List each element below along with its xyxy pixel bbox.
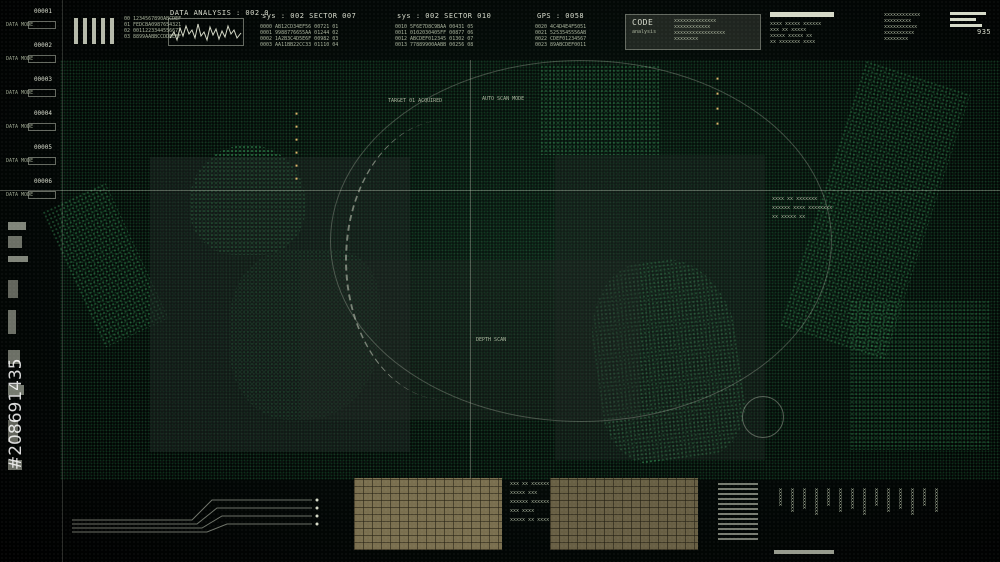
count-value: 935 — [977, 28, 992, 36]
map-panel-2[interactable] — [550, 478, 698, 550]
level-bar — [8, 236, 22, 248]
item-number: 00006 — [33, 178, 52, 185]
code-subtitle: analysis — [632, 29, 657, 35]
item-box — [28, 21, 56, 29]
item-number: 00003 — [33, 76, 52, 83]
code-title: CODE — [632, 18, 654, 27]
point-cloud-bottom-right — [850, 300, 990, 450]
code-lines: xxxxxxxxxxxxxx xxxxxxxxxxxx xxxxxxxxxxxxxx… — [674, 18, 726, 42]
data-mode-item-1[interactable]: 00001 DATA MODE — [4, 8, 56, 38]
waveform-graph — [168, 18, 244, 46]
gps-label: GPS : 0058 — [537, 12, 585, 20]
top-right-codes: xxxxxxxxxxxx xxxxxxxxx xxxxxxxxxxx xxxxxxxx… — [884, 12, 921, 42]
right-data-lines: xxxx xx xxxxxxx xxxxxx xxxx xxxxxxxx xx xx… — [772, 196, 833, 220]
level-bar — [950, 18, 976, 21]
item-box — [28, 191, 56, 199]
crosshair-label: DEPTH SCAN — [476, 337, 507, 343]
item-number: 00004 — [33, 110, 52, 117]
top-bar: 00 1234567890ABCDEF 01 FEDCBA0987654321 02… — [62, 0, 1000, 60]
level-bar — [8, 256, 28, 262]
status-lines: xxxx xxxxx xxxxxx xxx xx xxxxx xxxxx xxxxx… — [770, 21, 822, 45]
target-label-2: AUTO SCAN MODE — [482, 96, 525, 102]
stock-id-watermark: #208691435 — [6, 358, 26, 470]
code-panel: CODE analysis xxxxxxxxxxxxxx xxxxxxxxxxxx… — [625, 14, 761, 50]
data-mode-item-4[interactable]: 00004 DATA MODE — [4, 110, 56, 140]
data-analysis-title: DATA ANALYSIS : 002.0 — [170, 9, 270, 17]
item-box — [28, 89, 56, 97]
right-circle-gauge — [742, 396, 784, 438]
sector-label-2: sys : 002 SECTOR 010 — [397, 12, 492, 20]
bottom-progress-bar — [774, 550, 834, 554]
map-panel-1[interactable] — [354, 478, 502, 550]
marker-tags-right: ▪ ▪ ▪ ▪ — [716, 76, 720, 127]
map-image — [550, 478, 698, 550]
status-bar — [770, 12, 834, 17]
item-box — [28, 55, 56, 63]
gps-codes: 0020 4C4D4E4F5051 0021 5253545556AB 0022 C… — [535, 24, 587, 48]
data-mode-item-3[interactable]: 00003 DATA MODE — [4, 76, 56, 106]
status-panel-right: xxxx xxxxx xxxxxx xxx xx xxxxx xxxxx xxxxx… — [770, 12, 860, 52]
scan-inner-arc — [345, 120, 547, 400]
level-bar — [8, 310, 16, 334]
map-info-text: xxx xx xxxxxx xxxxx xxx xxxxxx xxxxxx xxx x… — [510, 481, 550, 523]
data-mode-item-2[interactable]: 00002 DATA MODE — [4, 42, 56, 72]
data-mode-item-6[interactable]: 00006 DATA MODE — [4, 178, 56, 208]
bottom-bar: xxx xx xxxxxx xxxxx xxx xxxxxx xxxxxx xxx x… — [62, 470, 1000, 562]
sector-codes-1: 0000 AB12CD34EF56 00721 01 0001 998877665… — [260, 24, 339, 48]
item-number: 00002 — [33, 42, 52, 49]
level-bar — [950, 24, 982, 27]
item-number: 00005 — [33, 144, 52, 151]
bottom-right-bars — [718, 480, 758, 540]
map-image — [354, 478, 502, 550]
level-bar — [950, 12, 986, 15]
level-bar — [8, 222, 26, 230]
marker-tags-left: ▪ ▪ ▪ ▪ ▪ ▪ — [295, 111, 299, 182]
data-mode-item-5[interactable]: 00005 DATA MODE — [4, 144, 56, 174]
top-stripes — [74, 18, 118, 44]
bottom-right-codes: xxxxxxxx xxxxxx xxxxxxxxx xxxxxxx xxxxxxxx xx… — [777, 488, 939, 516]
signal-lines — [72, 498, 319, 533]
level-bar — [8, 280, 18, 298]
top-right-bars — [950, 12, 990, 27]
item-box — [28, 123, 56, 131]
item-box — [28, 157, 56, 165]
sector-codes-2: 0010 5F6E7D8C9BAA 00431 05 0011 010203040… — [395, 24, 474, 48]
hud-screen: 00001 DATA MODE 00002 DATA MODE 00003 DA… — [0, 0, 1000, 562]
item-number: 00001 — [33, 8, 52, 15]
target-label-1: TARGET 01 ACQUIRED — [388, 98, 443, 104]
left-column: 00001 DATA MODE 00002 DATA MODE 00003 DA… — [0, 0, 63, 562]
sector-label-1: sys : 002 SECTOR 007 — [262, 12, 357, 20]
